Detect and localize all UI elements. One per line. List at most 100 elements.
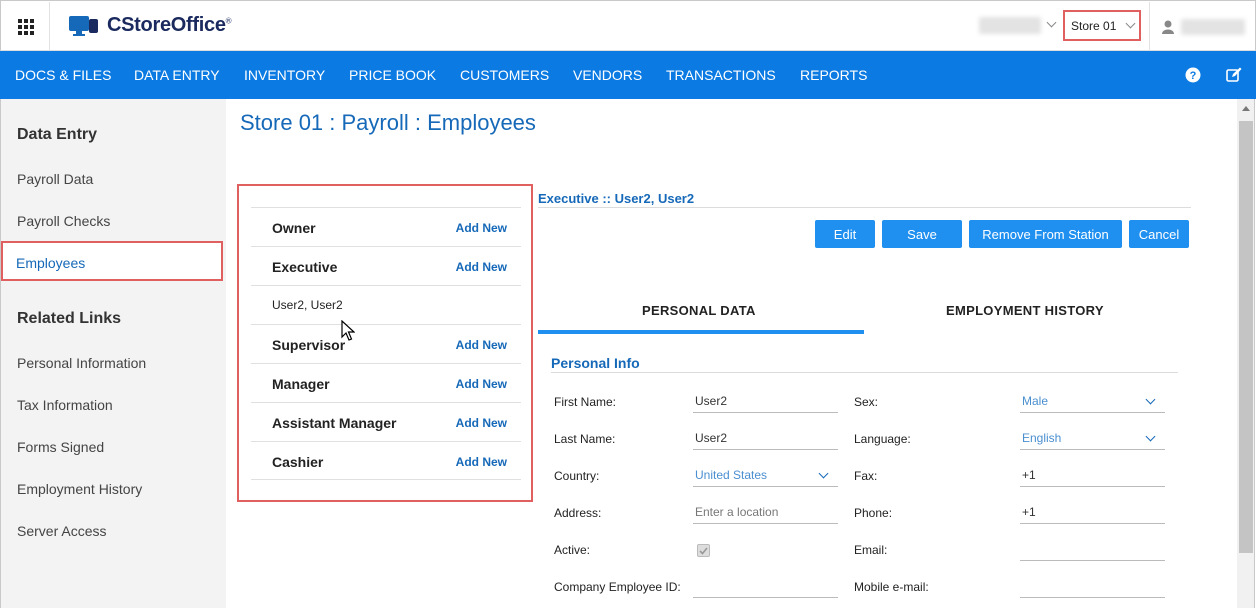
sidebar-item-employees[interactable]: Employees	[1, 241, 223, 281]
chevron-down-icon	[818, 468, 829, 479]
first-name-label: First Name:	[554, 395, 617, 409]
phone-field[interactable]: +1	[1020, 502, 1165, 524]
edit-button[interactable]: Edit	[815, 220, 875, 248]
chevron-down-icon	[1145, 394, 1156, 405]
add-new-executive-link[interactable]: Add New	[456, 260, 507, 274]
group-label: Manager	[272, 376, 330, 392]
group-label: Owner	[272, 220, 316, 236]
group-label: Executive	[272, 259, 338, 275]
add-new-owner-link[interactable]: Add New	[456, 221, 507, 235]
sidebar-item-personal-information[interactable]: Personal Information	[17, 355, 146, 371]
personal-info-title: Personal Info	[551, 355, 640, 371]
add-new-assistant-manager-link[interactable]: Add New	[456, 416, 507, 430]
main-nav: DOCS & FILES DATA ENTRY INVENTORY PRICE …	[0, 51, 1256, 99]
sidebar-item-payroll-checks[interactable]: Payroll Checks	[17, 213, 110, 229]
monitor-logo-icon	[69, 15, 98, 36]
group-manager: Manager Add New	[251, 363, 521, 402]
edit-icon[interactable]	[1226, 67, 1242, 83]
fax-field[interactable]: +1	[1020, 465, 1165, 487]
page-title: Store 01 : Payroll : Employees	[240, 110, 536, 135]
chevron-down-icon	[1125, 18, 1136, 29]
mobile-email-field[interactable]	[1020, 576, 1165, 598]
sidebar-item-payroll-data[interactable]: Payroll Data	[17, 171, 93, 187]
group-label: Assistant Manager	[272, 415, 397, 431]
language-value: English	[1022, 431, 1062, 445]
active-label: Active:	[554, 543, 591, 557]
add-new-cashier-link[interactable]: Add New	[456, 455, 507, 469]
group-assistant-manager: Assistant Manager Add New	[251, 402, 521, 441]
add-new-manager-link[interactable]: Add New	[456, 377, 507, 391]
tab-personal-data[interactable]: PERSONAL DATA	[642, 303, 756, 318]
language-label: Language:	[854, 432, 911, 446]
save-button[interactable]: Save	[882, 220, 962, 248]
app-name: CStoreOffice®	[107, 14, 232, 36]
last-name-label: Last Name:	[554, 432, 616, 446]
active-tab-indicator	[538, 330, 864, 334]
nav-customers[interactable]: CUSTOMERS	[460, 51, 549, 99]
mouse-cursor-icon	[341, 320, 355, 341]
nav-vendors[interactable]: VENDORS	[573, 51, 642, 99]
divider	[551, 372, 1178, 373]
scroll-up-icon[interactable]	[1242, 106, 1250, 111]
nav-transactions[interactable]: TRANSACTIONS	[666, 51, 776, 99]
country-value: United States	[695, 468, 768, 482]
nav-docs-files[interactable]: DOCS & FILES	[15, 51, 111, 99]
sex-value: Male	[1022, 394, 1049, 408]
app-logo[interactable]: CStoreOffice®	[69, 14, 232, 37]
scroll-thumb[interactable]	[1239, 121, 1253, 553]
company-employee-id-field[interactable]	[693, 576, 838, 598]
sidebar-item-employees-label: Employees	[16, 255, 86, 271]
checkmark-icon	[699, 546, 708, 555]
group-executive: Executive Add New	[251, 246, 521, 285]
sidebar-item-server-access[interactable]: Server Access	[17, 523, 106, 539]
tab-employment-history[interactable]: EMPLOYMENT HISTORY	[946, 303, 1104, 318]
company-selector-blurred[interactable]	[979, 17, 1041, 34]
top-header: CStoreOffice® Store 01	[0, 0, 1256, 51]
sidebar-item-forms-signed[interactable]: Forms Signed	[17, 439, 104, 455]
sidebar-item-tax-information[interactable]: Tax Information	[17, 397, 113, 413]
employee-name: User2, User2	[272, 298, 343, 312]
store-selector[interactable]: Store 01	[1063, 10, 1141, 41]
employee-groups-panel: Owner Add New Executive Add New User2, U…	[237, 184, 533, 502]
group-supervisor: Supervisor Add New	[251, 324, 521, 363]
sidebar: Data Entry Payroll Data Payroll Checks R…	[0, 99, 226, 608]
fax-label: Fax:	[854, 469, 878, 483]
sex-select[interactable]: Male	[1020, 391, 1165, 413]
mobile-email-label: Mobile e-mail:	[854, 580, 929, 594]
nav-price-book[interactable]: PRICE BOOK	[349, 51, 436, 99]
country-label: Country:	[554, 469, 600, 483]
country-select[interactable]: United States	[693, 465, 838, 487]
chevron-down-icon	[1046, 17, 1057, 28]
sidebar-section-related-links: Related Links	[17, 310, 122, 327]
user-menu[interactable]	[1149, 2, 1256, 51]
group-owner: Owner Add New	[251, 207, 521, 246]
svg-text:?: ?	[1190, 70, 1197, 82]
sidebar-item-employment-history[interactable]: Employment History	[17, 481, 142, 497]
address-field[interactable]: Enter a location	[693, 502, 838, 524]
add-new-supervisor-link[interactable]: Add New	[456, 338, 507, 352]
group-label: Supervisor	[272, 337, 346, 353]
last-name-field[interactable]: User2	[693, 428, 838, 450]
nav-inventory[interactable]: INVENTORY	[244, 51, 325, 99]
chevron-down-icon	[1145, 431, 1156, 442]
phone-label: Phone:	[854, 506, 893, 520]
address-label: Address:	[554, 506, 602, 520]
nav-reports[interactable]: REPORTS	[800, 51, 867, 99]
employee-user2[interactable]: User2, User2	[251, 285, 521, 324]
apps-grid-icon	[17, 18, 34, 35]
first-name-field[interactable]: User2	[693, 391, 838, 413]
group-label: Cashier	[272, 454, 324, 470]
vertical-scrollbar[interactable]	[1237, 99, 1255, 608]
sex-label: Sex:	[854, 395, 879, 409]
cancel-button[interactable]: Cancel	[1129, 220, 1189, 248]
help-icon[interactable]: ?	[1185, 67, 1201, 83]
language-select[interactable]: English	[1020, 428, 1165, 450]
email-field[interactable]	[1020, 539, 1165, 561]
active-checkbox[interactable]	[697, 544, 710, 557]
employee-detail-heading: Executive :: User2, User2	[538, 191, 695, 206]
company-employee-id-label: Company Employee ID:	[554, 580, 681, 594]
nav-data-entry[interactable]: DATA ENTRY	[134, 51, 220, 99]
apps-menu-button[interactable]	[2, 2, 50, 51]
remove-from-station-button[interactable]: Remove From Station	[969, 220, 1122, 248]
username-blurred	[1181, 19, 1245, 35]
